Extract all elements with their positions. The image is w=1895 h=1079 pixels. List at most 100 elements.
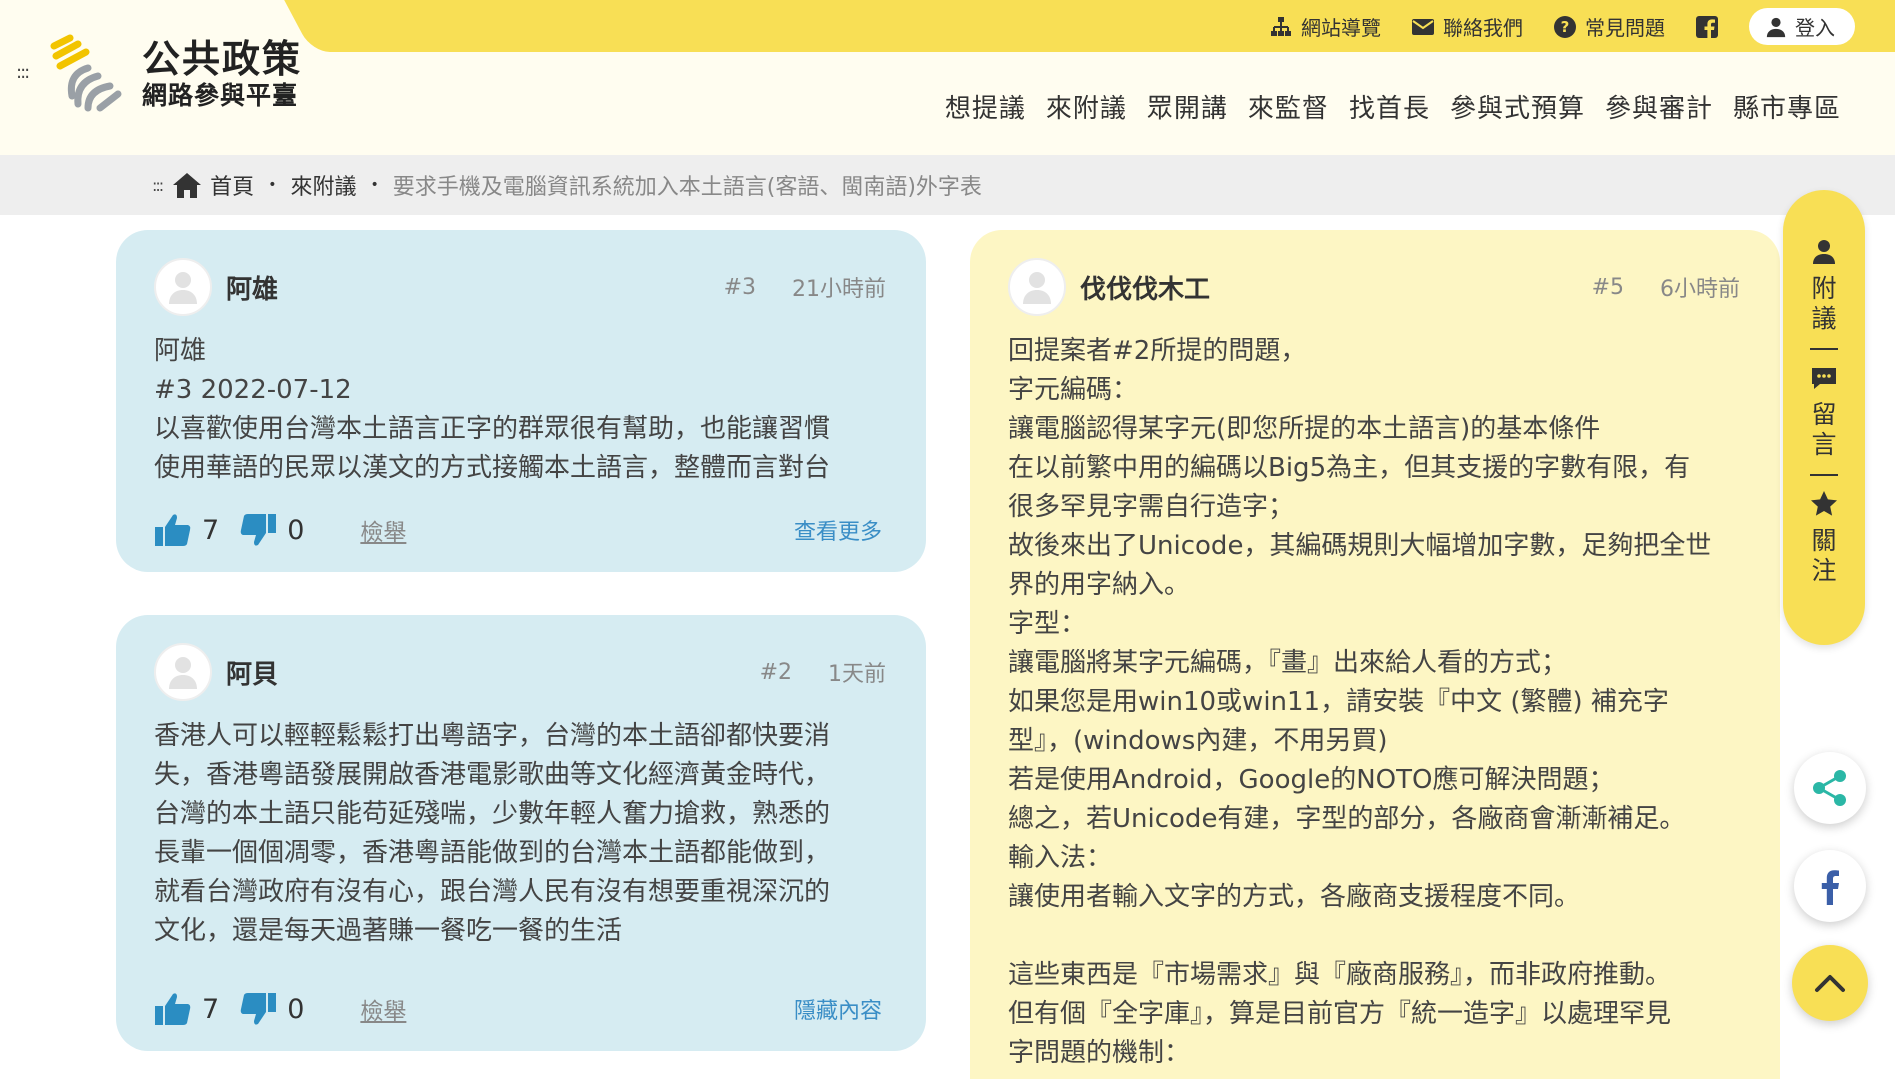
comment-line: 故後來出了Unicode，其編碼規則大幅增加字數，足夠把全世: [1008, 531, 1712, 561]
breadcrumb-dots: :::: [152, 175, 164, 195]
comment-line: 輸入法：: [1008, 843, 1113, 873]
svg-text:?: ?: [1561, 18, 1570, 36]
comment-line: 字型：: [1008, 609, 1087, 639]
top-utility-bar: 網站導覽 聯絡我們 ? 常見問題 登入: [320, 0, 1895, 52]
comment-body: 回提案者#2所提的問題， 字元編碼： 讓電腦認得某字元(即您所提的本土語言)的基…: [1008, 332, 1740, 1073]
breadcrumb-home[interactable]: 首頁: [210, 169, 254, 201]
question-icon: ?: [1554, 15, 1576, 38]
comment-header: 伐伐伐木工 #5 6小時前: [1008, 258, 1740, 316]
comment-line: 讓使用者輸入文字的方式，各廠商支援程度不同。: [1008, 882, 1581, 912]
comment-line: 若是使用Android，Google的NOTO應可解決問題；: [1008, 765, 1615, 795]
comment-author: 阿貝: [226, 659, 279, 690]
comment-line: 總之，若Unicode有建，字型的部分，各廠商會漸漸補足。: [1008, 804, 1686, 834]
comment-line: 以喜歡使用台灣本土語言正字的群眾很有幫助，也能讓習慣: [154, 414, 831, 444]
dislike-button[interactable]: 0: [239, 512, 304, 548]
comment-line: 失，香港粵語發展開啟香港電影歌曲等文化經濟黃金時代，: [154, 760, 831, 790]
comment-card: 阿貝 #2 1天前 香港人可以輕輕鬆鬆打出粵語字，台灣的本土語卻都快要消 失，香…: [116, 615, 926, 1051]
comment-header: 阿貝 #2 1天前: [154, 643, 886, 701]
report-link[interactable]: 檢舉: [360, 992, 406, 1026]
comment-time: 6小時前: [1660, 277, 1740, 302]
comment-number: #2: [759, 659, 792, 685]
avatar-person-icon: [169, 657, 197, 689]
comment-header: 阿雄 #3 21小時前: [154, 258, 886, 316]
nav-endorse[interactable]: 來附議: [1046, 88, 1127, 125]
thumbs-up-icon: [155, 514, 191, 546]
comment-author: 阿雄: [226, 274, 279, 305]
comment-label: 留言: [1811, 400, 1837, 459]
hide-content-link[interactable]: 隱藏內容: [794, 993, 882, 1025]
breadcrumb-section[interactable]: 來附議: [290, 169, 356, 201]
home-icon[interactable]: [172, 171, 202, 199]
main-nav: 想提議 來附議 眾開講 來監督 找首長 參與式預算 參與審計 縣市專區: [945, 88, 1841, 125]
thumbs-down-icon: [240, 514, 277, 546]
facebook-share-button[interactable]: [1794, 850, 1866, 922]
nav-monitor[interactable]: 來監督: [1248, 88, 1329, 125]
comment-line: #3 2022-07-12: [154, 375, 352, 405]
login-label: 登入: [1795, 16, 1835, 40]
chat-icon: [1812, 368, 1836, 389]
like-button[interactable]: 7: [154, 512, 219, 548]
faq-link[interactable]: ? 常見問題: [1553, 12, 1665, 41]
comment-line: 阿雄: [154, 336, 207, 366]
avatar: [1008, 258, 1066, 316]
comment-line: 讓電腦將某字元編碼，『畫』出來給人看的方式；: [1008, 648, 1568, 678]
breadcrumb-separator: •: [268, 177, 277, 193]
comment-footer: 7 0 檢舉 查看更多: [154, 512, 882, 548]
comment-time: 21小時前: [792, 277, 886, 302]
action-sidebar: 附議 留言 關注: [1783, 190, 1865, 645]
comment-line: 型』，(windows內建，不用另買): [1008, 726, 1388, 756]
dislike-count: 0: [287, 993, 305, 1025]
logo-subtitle: 網路參與平臺: [142, 81, 299, 110]
dislike-button[interactable]: 0: [239, 991, 304, 1027]
comment-line: 界的用字納入。: [1008, 570, 1191, 600]
endorse-action[interactable]: 附議: [1810, 238, 1838, 334]
sitemap-link[interactable]: 網站導覽: [1269, 12, 1381, 41]
comment-line: 文化，還是每天過著賺一餐吃一餐的生活: [154, 916, 623, 946]
user-icon: [1766, 17, 1786, 37]
avatar: [154, 643, 212, 701]
comment-body: 阿雄 #3 2022-07-12 以喜歡使用台灣本土語言正字的群眾很有幫助，也能…: [154, 332, 886, 488]
comment-card: 阿雄 #3 21小時前 阿雄 #3 2022-07-12 以喜歡使用台灣本土語言…: [116, 230, 926, 572]
share-button[interactable]: [1794, 752, 1866, 824]
back-to-top-button[interactable]: [1792, 945, 1868, 1021]
share-icon: [1813, 770, 1846, 806]
comment-line: 使用華語的民眾以漢文的方式接觸本土語言，整體而言對台: [154, 453, 831, 483]
comment-action[interactable]: 留言: [1810, 364, 1838, 460]
nav-officials[interactable]: 找首長: [1349, 88, 1430, 125]
breadcrumb-separator: •: [370, 177, 379, 193]
nav-discuss[interactable]: 眾開講: [1147, 88, 1228, 125]
comment-card: 伐伐伐木工 #5 6小時前 回提案者#2所提的問題， 字元編碼： 讓電腦認得某字…: [970, 230, 1780, 1079]
comment-body: 香港人可以輕輕鬆鬆打出粵語字，台灣的本土語卻都快要消 失，香港粵語發展開啟香港電…: [154, 717, 886, 951]
follow-action[interactable]: 關注: [1810, 490, 1838, 586]
person-icon: [1813, 240, 1835, 264]
nav-budget[interactable]: 參與式預算: [1450, 88, 1585, 125]
login-button[interactable]: 登入: [1749, 8, 1855, 45]
thumbs-up-icon: [155, 993, 191, 1025]
contact-label: 聯絡我們: [1443, 16, 1523, 40]
like-button[interactable]: 7: [154, 991, 219, 1027]
dislike-count: 0: [287, 514, 305, 546]
comment-line: 如果您是用win10或win11，請安裝『中文 (繁體) 補充字: [1008, 687, 1669, 717]
comment-line: 字問題的機制：: [1008, 1038, 1191, 1068]
comment-line: [1008, 917, 1740, 956]
follow-label: 關注: [1811, 526, 1837, 585]
site-logo[interactable]: 公共政策 網路參與平臺: [48, 34, 302, 114]
nav-propose[interactable]: 想提議: [945, 88, 1026, 125]
breadcrumb-current: 要求手機及電腦資訊系統加入本土語言(客語、閩南語)外字表: [392, 175, 982, 200]
sitemap-icon: [1271, 16, 1291, 36]
comment-line: 但有個『全字庫』，算是目前官方『統一造字』以處理罕見: [1008, 999, 1672, 1029]
nav-audit[interactable]: 參與審計: [1605, 88, 1713, 125]
menu-dots-icon[interactable]: :::: [16, 62, 30, 83]
comment-line: 字元編碼：: [1008, 375, 1139, 405]
contact-link[interactable]: 聯絡我們: [1411, 12, 1523, 41]
endorse-label: 附議: [1811, 274, 1837, 333]
comment-author: 伐伐伐木工: [1080, 274, 1211, 305]
facebook-link[interactable]: [1695, 15, 1719, 39]
show-more-link[interactable]: 查看更多: [794, 514, 882, 546]
like-count: 7: [202, 993, 220, 1025]
nav-local[interactable]: 縣市專區: [1733, 88, 1841, 125]
comment-number: #5: [1591, 274, 1624, 300]
comment-time: 1天前: [828, 662, 886, 687]
comment-line: 就看台灣政府有沒有心，跟台灣人民有沒有想要重視深沉的: [154, 877, 831, 907]
report-link[interactable]: 檢舉: [360, 513, 406, 547]
